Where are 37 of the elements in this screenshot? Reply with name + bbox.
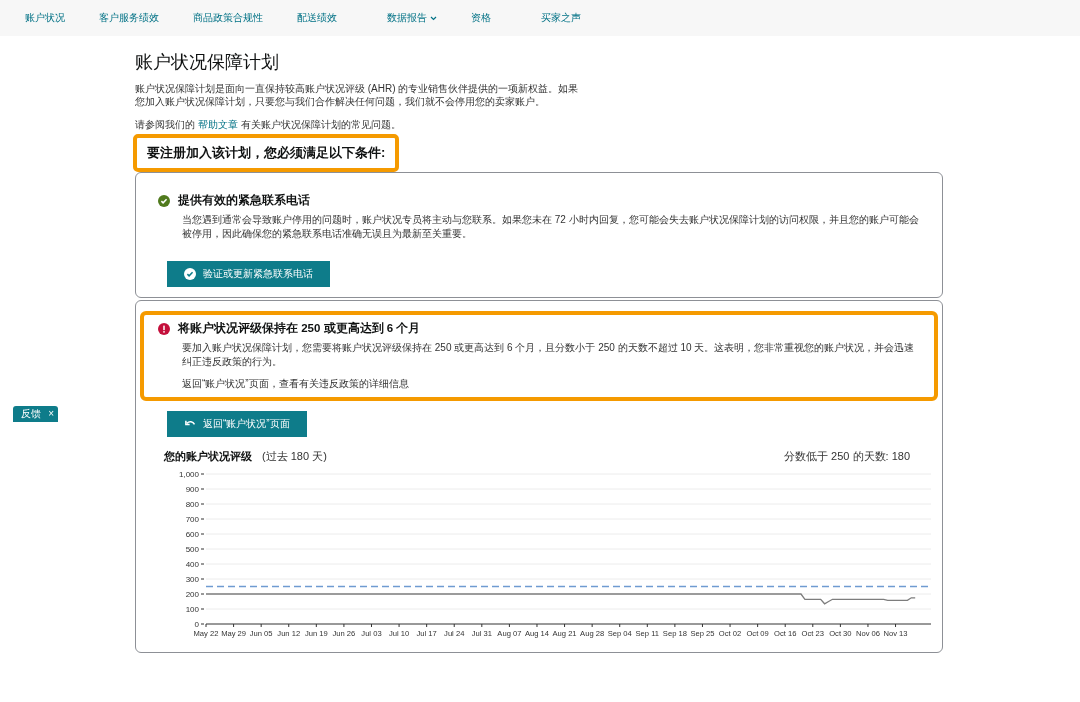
y-axis-label: 400: [185, 560, 199, 569]
requirement-title: 提供有效的紧急联系电话: [178, 193, 310, 208]
days-below-count: 分数低于 250 的天数: 180: [784, 449, 910, 464]
verify-phone-button[interactable]: 验证或更新紧急联系电话: [167, 261, 330, 287]
requirements-heading: 要注册加入该计划，您必须满足以下条件:: [133, 134, 400, 172]
close-button[interactable]: ×: [48, 409, 54, 419]
requirement-description: 要加入账户状况保障计划，您需要将账户状况评级保持在 250 或更高达到 6 个月，且分数小于 250 的天数不超过 10 天。这表明，您非常重视您的账户状况，并会迅速纠正违反政策的行为。: [182, 341, 916, 369]
y-axis-label: 500: [185, 545, 199, 554]
requirement-title: 将账户状况评级保持在 250 或更高达到 6 个月: [178, 321, 421, 336]
nav-tab[interactable]: 账户状况: [25, 9, 65, 27]
nav-tab[interactable]: 买家之声: [541, 9, 581, 27]
y-axis-label: 600: [185, 530, 199, 539]
y-axis-label: 0: [194, 620, 199, 629]
y-axis-label: 800: [185, 500, 199, 509]
requirement-description: 当您遇到通常会导致账户停用的问题时，账户状况专员将主动与您联系。如果您未在 72 小时内回复，您可能会失去账户状况保障计划的访问权限，并且您的账户可能会被停用，因此确保您的紧急联系电话准确无误且为最新至关重要。: [182, 213, 920, 241]
chart-title: 您的账户状况评级: [164, 449, 252, 464]
y-axis-label: 100: [185, 605, 199, 614]
check-circle-icon: [184, 268, 196, 280]
requirement-note: 返回“账户状况”页面，查看有关违反政策的详细信息: [182, 377, 410, 391]
feedback-label: 反馈: [21, 407, 41, 421]
feedback-tab[interactable]: 反馈 ×: [13, 406, 58, 422]
help-link[interactable]: 帮助文章: [197, 119, 238, 130]
return-button[interactable]: 返回“账户状况”页面: [167, 411, 307, 437]
y-axis-label: 1,000: [178, 470, 199, 479]
y-axis-label: 900: [185, 485, 199, 494]
chart-period: (过去 180 天): [262, 449, 327, 464]
nav-tab[interactable]: 商品政策合规性: [193, 9, 263, 27]
y-axis-label: 300: [185, 575, 199, 584]
nav-tab[interactable]: 数据报告: [387, 9, 437, 27]
nav-tab[interactable]: 配送绩效: [297, 9, 337, 27]
nav-tab[interactable]: 资格: [471, 9, 491, 27]
y-axis-label: 200: [185, 590, 199, 599]
help-text: 请参阅我们的 帮助文章 有关账户状况保障计划的常见问题。: [135, 118, 402, 131]
y-axis-label: 700: [185, 515, 199, 524]
intro-text: 账户状况保障计划是面向一直保持较高账户状况评级 (AHR) 的专业销售伙伴提供的一项新权益。如果您加入账户状况保障计划，只要您与我们合作解决任何问题，我们就不会停用您的卖家账户。: [135, 82, 580, 108]
page-title: 账户状况保障计划: [135, 51, 280, 74]
nav-tab[interactable]: 客户服务绩效: [99, 9, 159, 27]
